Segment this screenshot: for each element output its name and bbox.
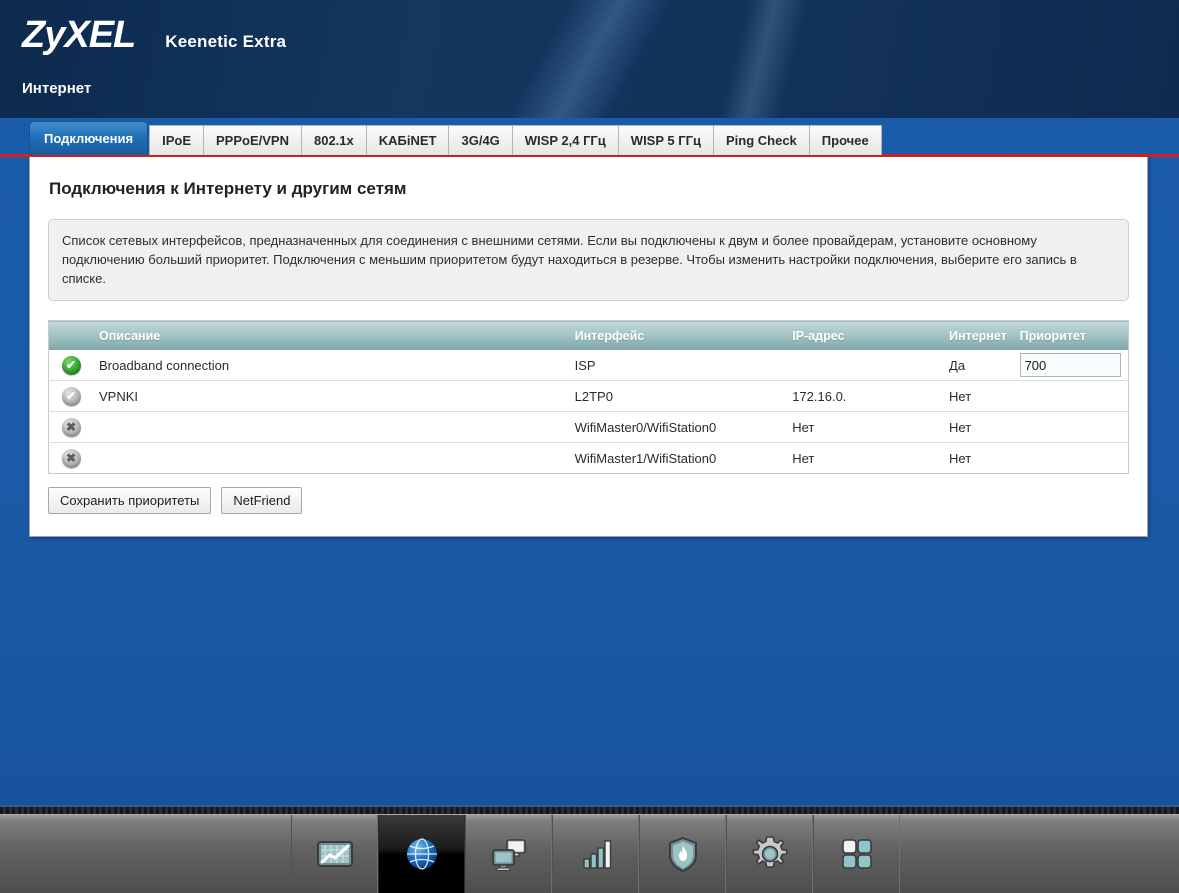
netfriend-button[interactable]: NetFriend — [221, 487, 302, 514]
table-header-row: Описание Интерфейс IP-адрес Интернет При… — [49, 321, 1129, 350]
save-priorities-button[interactable]: Сохранить приоритеты — [48, 487, 211, 514]
cell-description — [93, 412, 569, 443]
nav-left-spacer — [0, 815, 291, 893]
bottom-nav-wrapper — [0, 805, 1179, 893]
priority-input[interactable] — [1020, 353, 1121, 377]
cell-ip: 172.16.0. — [786, 381, 943, 412]
bottom-nav-bar — [0, 814, 1179, 893]
cell-status: ✖ — [49, 443, 94, 474]
panel-heading: Подключения к Интернету и другим сетям — [48, 175, 1129, 199]
tab-3[interactable]: 802.1x — [301, 125, 366, 155]
firewall-shield-icon — [661, 832, 705, 876]
cell-priority — [1014, 381, 1129, 412]
cell-internet: Нет — [943, 381, 1014, 412]
tab-label: WISP 5 ГГц — [631, 133, 701, 148]
page-title: Интернет — [22, 80, 91, 97]
tab-1[interactable]: IPoE — [149, 125, 203, 155]
tab-2[interactable]: PPPoE/VPN — [203, 125, 301, 155]
settings-gear-icon — [748, 832, 792, 876]
device-model-label: Keenetic Extra — [165, 32, 286, 52]
column-header-interface: Интерфейс — [569, 321, 787, 350]
tab-label: Прочее — [822, 133, 869, 148]
column-header-description: Описание — [93, 321, 569, 350]
column-header-priority: Приоритет — [1014, 321, 1129, 350]
tab-label: Ping Check — [726, 133, 797, 148]
tab-label: 3G/4G — [461, 133, 499, 148]
cross-circle-gray-icon: ✖ — [62, 449, 81, 468]
tab-label: 802.1x — [314, 133, 354, 148]
nav-item-2[interactable] — [465, 815, 552, 893]
zyxel-logo: ZyXEL — [22, 16, 135, 54]
nav-item-5[interactable] — [726, 815, 813, 893]
cell-status: ✔ — [49, 381, 94, 412]
check-circle-green-icon: ✔ — [62, 356, 81, 375]
column-header-internet: Интернет — [943, 321, 1014, 350]
home-network-icon — [487, 832, 531, 876]
table-row[interactable]: ✖WifiMaster1/WifiStation0НетНет — [49, 443, 1129, 474]
brand-row: ZyXEL Keenetic Extra — [22, 16, 286, 54]
cell-interface: WifiMaster0/WifiStation0 — [569, 412, 787, 443]
tab-9[interactable]: Прочее — [809, 125, 882, 155]
column-header-ip: IP-адрес — [786, 321, 943, 350]
cell-description: Broadband connection — [93, 350, 569, 381]
table-body: ✔ Broadband connectionISP Да ✔ VPNKIL2TP0172… — [49, 350, 1129, 474]
status-glyph: ✖ — [62, 418, 81, 437]
status-glyph: ✖ — [62, 449, 81, 468]
tab-0[interactable]: Подключения — [29, 121, 148, 155]
nav-item-0[interactable] — [291, 815, 378, 893]
connections-table: Описание Интерфейс IP-адрес Интернет При… — [48, 320, 1129, 474]
nav-top-band — [0, 805, 1179, 814]
tab-bar: Подключения IPoE PPPoE/VPN 802.1x KAБiNET 3G/… — [0, 118, 1179, 155]
system-monitor-icon — [313, 832, 357, 876]
tab-8[interactable]: Ping Check — [713, 125, 809, 155]
action-button-row: Сохранить приоритеты NetFriend — [48, 487, 1129, 514]
cell-ip: Нет — [786, 412, 943, 443]
cell-interface: ISP — [569, 350, 787, 381]
cell-internet: Нет — [943, 443, 1014, 474]
tab-label: Подключения — [44, 131, 133, 146]
content-panel: Подключения к Интернету и другим сетям С… — [29, 157, 1148, 537]
nav-item-6[interactable] — [813, 815, 900, 893]
table-row[interactable]: ✖WifiMaster0/WifiStation0НетНет — [49, 412, 1129, 443]
wifi-signal-icon — [574, 832, 618, 876]
check-circle-gray-icon: ✔ — [62, 387, 81, 406]
status-glyph: ✔ — [62, 356, 81, 375]
tab-5[interactable]: 3G/4G — [448, 125, 511, 155]
tab-6[interactable]: WISP 2,4 ГГц — [512, 125, 618, 155]
cell-priority — [1014, 443, 1129, 474]
cell-ip — [786, 350, 943, 381]
table-row[interactable]: ✔ VPNKIL2TP0172.16.0.Нет — [49, 381, 1129, 412]
tab-label: PPPoE/VPN — [216, 133, 289, 148]
status-glyph: ✔ — [62, 387, 81, 406]
cell-status: ✖ — [49, 412, 94, 443]
cross-circle-gray-icon: ✖ — [62, 418, 81, 437]
apps-grid-icon — [835, 832, 879, 876]
info-description: Список сетевых интерфейсов, предназначен… — [48, 219, 1129, 301]
cell-interface: WifiMaster1/WifiStation0 — [569, 443, 787, 474]
cell-internet: Нет — [943, 412, 1014, 443]
cell-description: VPNKI — [93, 381, 569, 412]
tab-label: KAБiNET — [379, 133, 437, 148]
cell-internet: Да — [943, 350, 1014, 381]
nav-item-4[interactable] — [639, 815, 726, 893]
cell-status: ✔ — [49, 350, 94, 381]
cell-priority — [1014, 350, 1129, 381]
tab-label: IPoE — [162, 133, 191, 148]
nav-items-group — [291, 815, 900, 893]
table-row[interactable]: ✔ Broadband connectionISP Да — [49, 350, 1129, 381]
cell-priority — [1014, 412, 1129, 443]
app-header: ZyXEL Keenetic Extra Интернет — [0, 0, 1179, 118]
tab-7[interactable]: WISP 5 ГГц — [618, 125, 713, 155]
globe-internet-icon — [400, 832, 444, 876]
nav-item-3[interactable] — [552, 815, 639, 893]
column-header-status — [49, 321, 94, 350]
cell-ip: Нет — [786, 443, 943, 474]
tab-label: WISP 2,4 ГГц — [525, 133, 606, 148]
cell-interface: L2TP0 — [569, 381, 787, 412]
tab-4[interactable]: KAБiNET — [366, 125, 449, 155]
nav-item-1[interactable] — [378, 815, 465, 893]
cell-description — [93, 443, 569, 474]
